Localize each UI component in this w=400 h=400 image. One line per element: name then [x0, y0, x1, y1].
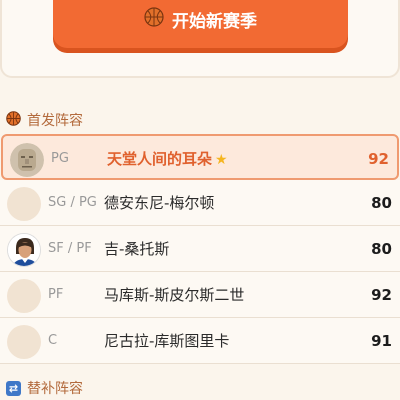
player-rating: 91: [371, 332, 392, 350]
player-rating: 80: [371, 240, 392, 258]
player-name: 马库斯-斯皮尔斯二世: [104, 286, 245, 304]
placeholder-avatar: [7, 325, 41, 359]
basketball-icon: [144, 6, 164, 32]
bench-title: 替补阵容: [27, 381, 83, 397]
starting-lineup-list: PG 天堂人间的耳朵 ★ 92 SG / PG 德安东尼-梅尔顿 80 SF / …: [0, 134, 400, 364]
player-name: 吉-桑托斯: [104, 240, 170, 258]
player-row-sg[interactable]: SG / PG 德安东尼-梅尔顿 80: [0, 180, 400, 226]
player-row-pg[interactable]: PG 天堂人间的耳朵 ★ 92: [1, 134, 399, 180]
player-position: SF / PF: [48, 241, 92, 256]
placeholder-avatar: [7, 279, 41, 313]
start-new-season-label: 开始新赛季: [172, 11, 257, 32]
swap-icon: ⇄: [6, 380, 21, 396]
player-rating: 80: [371, 194, 392, 212]
placeholder-avatar: [7, 187, 41, 221]
starting-lineup-title: 首发阵容: [27, 113, 83, 129]
player-row-pf[interactable]: PF 马库斯-斯皮尔斯二世 92: [0, 272, 400, 318]
player-name: 天堂人间的耳朵 ★: [107, 136, 228, 182]
player-name-text: 天堂人间的耳朵: [107, 150, 213, 168]
player-name: 尼古拉-库斯图里卡: [104, 332, 230, 350]
player-name: 德安东尼-梅尔顿: [104, 194, 215, 212]
player-photo-avatar: [7, 233, 41, 267]
player-position: PF: [48, 287, 64, 302]
player-row-sf[interactable]: SF / PF 吉-桑托斯 80: [0, 226, 400, 272]
player-row-c[interactable]: C 尼古拉-库斯图里卡 91: [0, 318, 400, 364]
basketball-icon: [6, 110, 21, 130]
bench-header: ⇄ 替补阵容: [6, 378, 83, 398]
player-rating: 92: [368, 150, 389, 168]
player-rating: 92: [371, 286, 392, 304]
player-position: SG / PG: [48, 195, 97, 210]
player-position: C: [48, 333, 58, 348]
stone-face-avatar: [10, 143, 44, 177]
start-new-season-button[interactable]: 开始新赛季: [53, 0, 348, 48]
starting-lineup-header: 首发阵容: [6, 110, 83, 130]
player-position: PG: [51, 151, 69, 166]
star-icon: ★: [215, 152, 228, 168]
